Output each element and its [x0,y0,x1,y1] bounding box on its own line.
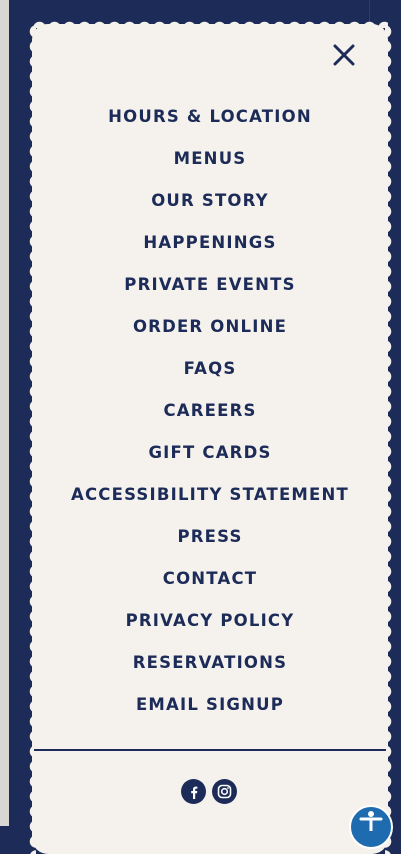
nav-item-email-signup: EMAIL SIGNUP [32,683,388,725]
social-links [181,779,237,804]
page-left-edge [0,0,9,826]
nav-link-reservations[interactable]: RESERVATIONS [133,653,288,672]
nav-item-reservations: RESERVATIONS [32,641,388,683]
nav-link-our-story[interactable]: OUR STORY [151,191,269,210]
nav-link-faqs[interactable]: FAQS [184,359,237,378]
nav-item-press: PRESS [32,515,388,557]
nav-item-faqs: FAQS [32,347,388,389]
close-icon [333,44,355,66]
menu-divider [34,749,386,751]
nav-link-menus[interactable]: MENUS [174,149,247,168]
main-nav-menu: HOURS & LOCATION MENUS OUR STORY HAPPENI… [32,95,388,725]
nav-link-gift-cards[interactable]: GIFT CARDS [148,443,271,462]
nav-item-careers: CAREERS [32,389,388,431]
nav-item-gift-cards: GIFT CARDS [32,431,388,473]
nav-link-careers[interactable]: CAREERS [163,401,256,420]
nav-link-hours-location[interactable]: HOURS & LOCATION [108,107,312,126]
nav-link-press[interactable]: PRESS [177,527,242,546]
nav-item-privacy-policy: PRIVACY POLICY [32,599,388,641]
nav-item-order-online: ORDER ONLINE [32,305,388,347]
facebook-icon [190,786,197,799]
nav-link-contact[interactable]: CONTACT [163,569,257,588]
instagram-link[interactable] [212,779,237,804]
nav-link-email-signup[interactable]: EMAIL SIGNUP [136,695,284,714]
facebook-link[interactable] [181,779,206,804]
nav-item-private-events: PRIVATE EVENTS [32,263,388,305]
instagram-icon [217,784,232,799]
accessibility-widget-button[interactable] [349,805,393,849]
nav-item-hours-location: HOURS & LOCATION [32,95,388,137]
nav-link-privacy-policy[interactable]: PRIVACY POLICY [126,611,295,630]
nav-item-accessibility-statement: ACCESSIBILITY STATEMENT [32,473,388,515]
nav-link-accessibility-statement[interactable]: ACCESSIBILITY STATEMENT [71,485,349,504]
close-menu-button[interactable] [330,41,358,69]
accessibility-icon [359,811,383,831]
nav-item-menus: MENUS [32,137,388,179]
nav-link-happenings[interactable]: HAPPENINGS [143,233,276,252]
nav-item-our-story: OUR STORY [32,179,388,221]
nav-link-private-events[interactable]: PRIVATE EVENTS [124,275,295,294]
nav-link-order-online[interactable]: ORDER ONLINE [133,317,287,336]
nav-item-happenings: HAPPENINGS [32,221,388,263]
nav-item-contact: CONTACT [32,557,388,599]
